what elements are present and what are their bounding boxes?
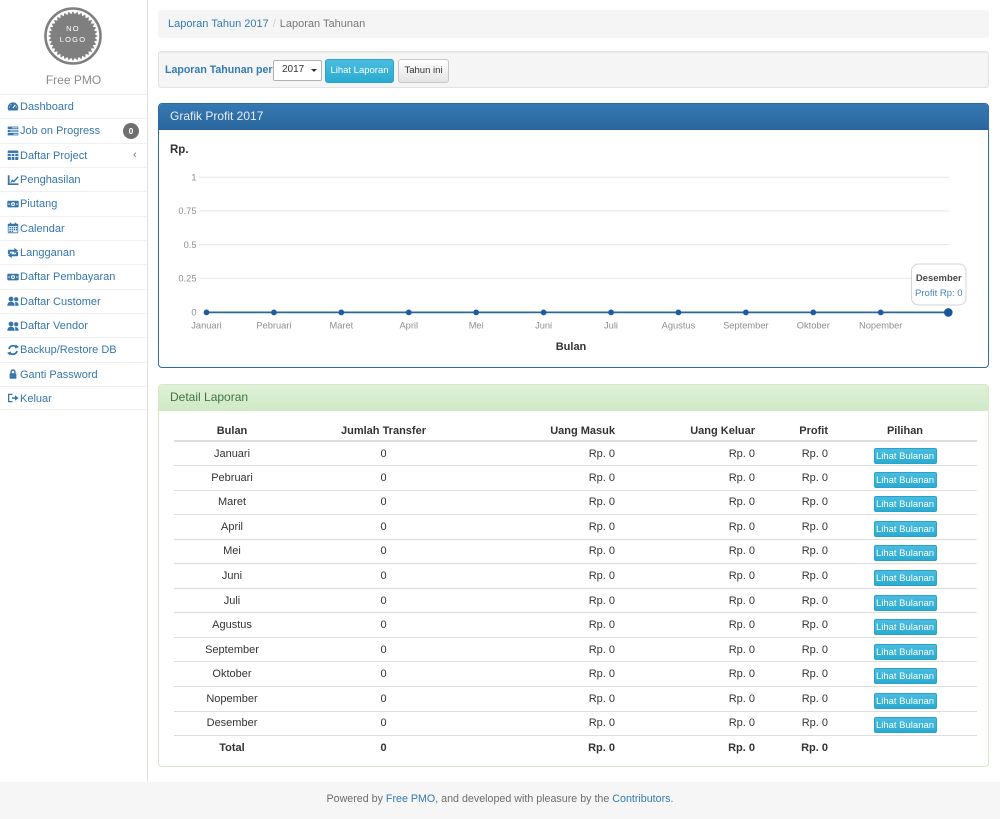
svg-text:April: April [399,321,418,331]
svg-text:Rp.: Rp. [170,144,189,156]
svg-text:Juli: Juli [604,321,618,331]
svg-text:Bulan: Bulan [556,341,587,353]
svg-text:Nopember: Nopember [859,321,902,331]
svg-text:1: 1 [191,172,196,182]
svg-text:0.5: 0.5 [184,240,197,250]
svg-text:Maret: Maret [329,321,353,331]
svg-text:0: 0 [191,308,196,318]
svg-text:0.25: 0.25 [178,274,196,284]
svg-text:Mei: Mei [469,321,484,331]
svg-text:Desember: Desember [916,273,962,284]
svg-text:Pebruari: Pebruari [256,321,291,331]
svg-text:September: September [723,321,768,331]
svg-text:Agustus: Agustus [662,321,696,331]
svg-text:Oktober: Oktober [797,321,830,331]
svg-text:LOGO: LOGO [60,35,86,44]
svg-text:Januari: Januari [191,321,222,331]
svg-text:0.75: 0.75 [178,206,196,216]
svg-text:Juni: Juni [535,321,552,331]
svg-text:NO: NO [66,24,80,33]
svg-text:Profit Rp: 0: Profit Rp: 0 [915,288,963,299]
